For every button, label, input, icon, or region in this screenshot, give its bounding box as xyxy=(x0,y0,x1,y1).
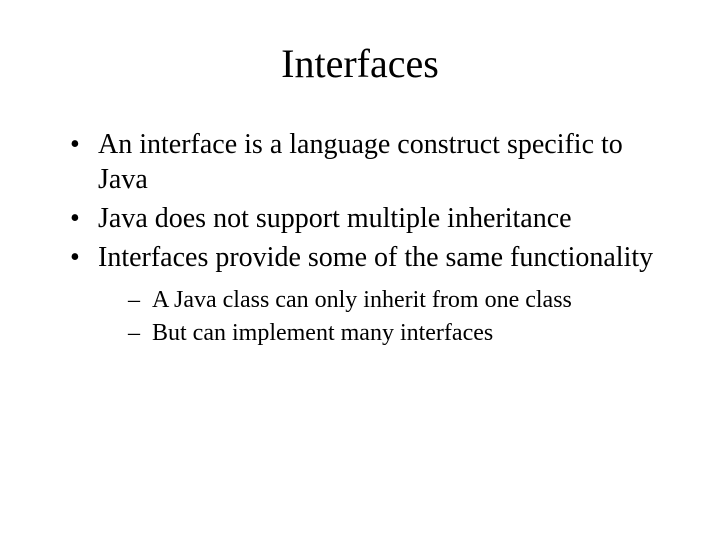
bullet-text: Interfaces provide some of the same func… xyxy=(98,242,653,273)
sub-bullet-item: But can implement many interfaces xyxy=(128,318,670,349)
slide: Interfaces An interface is a language co… xyxy=(0,0,720,540)
sub-bullet-item: A Java class can only inherit from one c… xyxy=(128,285,670,316)
sub-bullet-list: A Java class can only inherit from one c… xyxy=(128,285,670,349)
bullet-list: An interface is a language construct spe… xyxy=(70,127,670,349)
bullet-item: Interfaces provide some of the same func… xyxy=(70,240,670,349)
slide-title: Interfaces xyxy=(50,40,670,87)
bullet-item: An interface is a language construct spe… xyxy=(70,127,670,197)
bullet-item: Java does not support multiple inheritan… xyxy=(70,201,670,236)
